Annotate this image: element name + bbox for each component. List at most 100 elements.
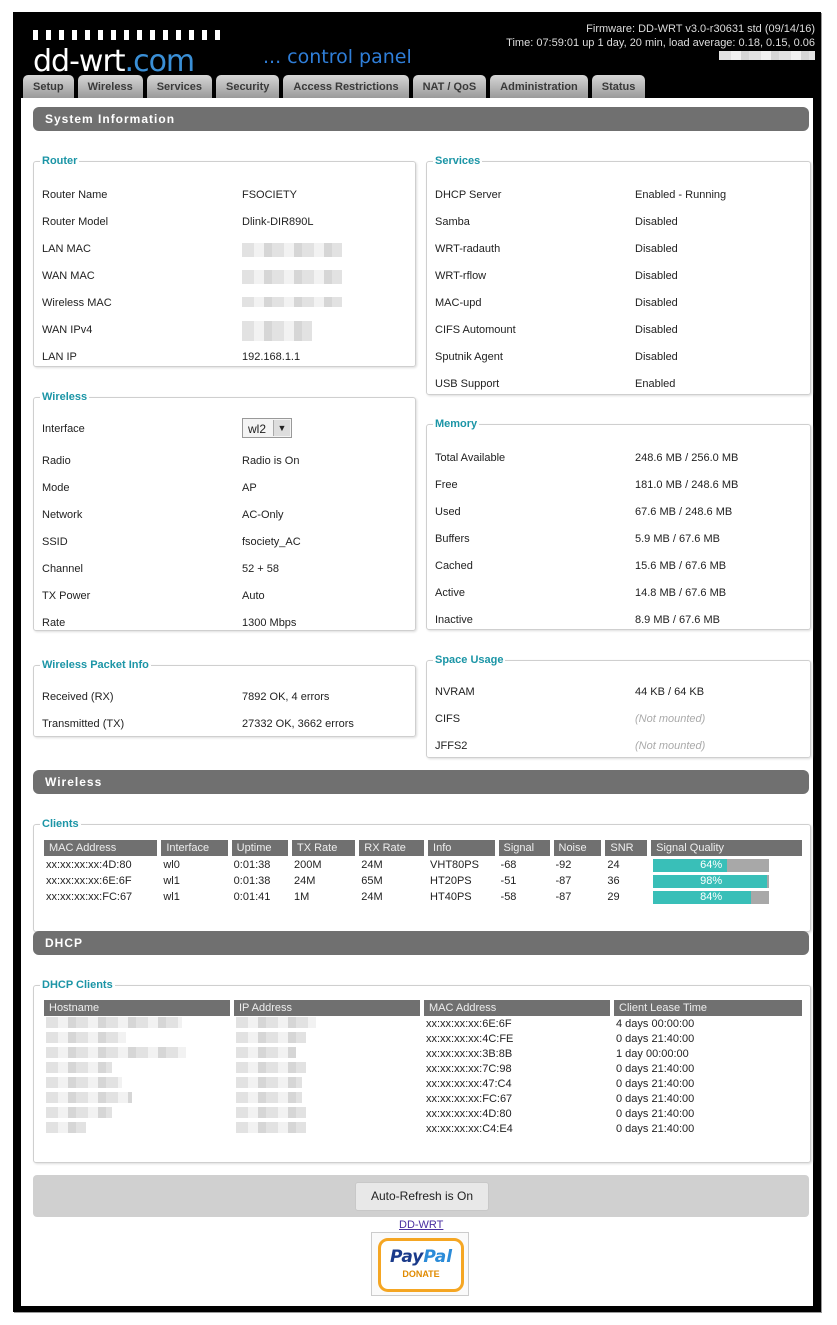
space-usage-panel: Space Usage NVRAM 44 KB / 64 KB CIFS (Not … bbox=[426, 654, 811, 758]
router-row: Router Name FSOCIETY bbox=[42, 189, 298, 201]
col-uptime[interactable]: Uptime bbox=[231, 840, 288, 856]
tab-services[interactable]: Services bbox=[146, 75, 212, 98]
redacted-hostname bbox=[44, 1062, 230, 1076]
router-row: LAN IP 192.168.1.1 bbox=[42, 351, 301, 363]
space-row: JFFS2 (Not mounted) bbox=[435, 740, 706, 752]
wireless-row: Channel 52 + 58 bbox=[42, 563, 280, 575]
services-panel: Services DHCP Server Enabled - Running Sa… bbox=[426, 155, 811, 395]
col-rx-rate[interactable]: RX Rate bbox=[359, 840, 425, 856]
router-panel: Router Router Name FSOCIETY Router Model D… bbox=[33, 155, 416, 367]
col-lease-time[interactable]: Client Lease Time bbox=[614, 1000, 802, 1016]
memory-row: Used 67.6 MB / 248.6 MB bbox=[435, 506, 733, 518]
section-system-information: System Information bbox=[33, 107, 809, 131]
memory-row: Inactive 8.9 MB / 67.6 MB bbox=[435, 614, 720, 626]
ddwrt-link[interactable]: DD-WRT bbox=[399, 1219, 443, 1231]
redacted-ip bbox=[234, 1047, 420, 1061]
service-row: DHCP Server Enabled - Running bbox=[435, 189, 727, 201]
memory-panel: Memory Total Available 248.6 MB / 256.0 M… bbox=[426, 418, 811, 630]
redacted-ip bbox=[234, 1122, 420, 1136]
tab-access-restrictions[interactable]: Access Restrictions bbox=[283, 75, 409, 98]
clients-legend: Clients bbox=[42, 818, 79, 830]
table-row: xx:xx:xx:xx:C4:E4 0 days 21:40:00 bbox=[44, 1122, 802, 1136]
header: dd-wrt.com ... control panel Firmware: D… bbox=[13, 12, 821, 98]
col-info[interactable]: Info bbox=[428, 840, 495, 856]
auto-refresh-bar: Auto-Refresh is On bbox=[33, 1175, 809, 1217]
redacted-hostname bbox=[44, 1017, 230, 1031]
table-row: xx:xx:xx:xx:4C:FE 0 days 21:40:00 bbox=[44, 1032, 802, 1046]
tab-wireless[interactable]: Wireless bbox=[77, 75, 143, 98]
firmware-info: Firmware: DD-WRT v3.0-r30631 std (09/14/… bbox=[506, 22, 815, 64]
col-mac-address[interactable]: MAC Address bbox=[424, 1000, 610, 1016]
packet-info-panel: Wireless Packet Info Received (RX) 7892 O… bbox=[33, 659, 416, 737]
content-area: System Information Router Router Name FSO… bbox=[21, 98, 813, 1306]
window-frame: dd-wrt.com ... control panel Firmware: D… bbox=[13, 12, 821, 1312]
paypal-donate-button[interactable]: PayPal DONATE bbox=[371, 1232, 469, 1296]
service-row: Samba Disabled bbox=[435, 216, 678, 228]
auto-refresh-button[interactable]: Auto-Refresh is On bbox=[355, 1182, 489, 1211]
table-row: xx:xx:xx:xx:4D:80 0 days 21:40:00 bbox=[44, 1107, 802, 1121]
paypal-badge: PayPal DONATE bbox=[378, 1238, 464, 1292]
wireless-row: TX Power Auto bbox=[42, 590, 265, 602]
donate-label: DONATE bbox=[402, 1269, 440, 1279]
interface-row: Interface wl2 ▼ bbox=[42, 418, 407, 438]
col-signal[interactable]: Signal bbox=[498, 840, 550, 856]
redacted-value bbox=[242, 243, 342, 260]
redacted-ip bbox=[234, 1077, 420, 1091]
interface-select[interactable]: wl2 ▼ bbox=[242, 418, 292, 438]
wireless-row: SSID fsociety_AC bbox=[42, 536, 301, 548]
redacted-ip bbox=[234, 1107, 420, 1121]
router-legend: Router bbox=[42, 155, 78, 167]
packet-row: Received (RX) 7892 OK, 4 errors bbox=[42, 691, 330, 703]
col-mac[interactable]: MAC Address bbox=[44, 840, 158, 856]
wireless-legend: Wireless bbox=[42, 391, 88, 403]
memory-row: Buffers 5.9 MB / 67.6 MB bbox=[435, 533, 720, 545]
table-row: xx:xx:xx:xx:4D:80 wl0 0:01:38 200M 24M VHT80P… bbox=[44, 858, 802, 872]
uptime-load: Time: 07:59:01 up 1 day, 20 min, load av… bbox=[506, 37, 815, 49]
services-legend: Services bbox=[435, 155, 481, 167]
redacted-hostname bbox=[44, 1032, 230, 1046]
table-row: xx:xx:xx:xx:6E:6F 4 days 00:00:00 bbox=[44, 1017, 802, 1031]
memory-row: Free 181.0 MB / 248.6 MB bbox=[435, 479, 739, 491]
router-row: Router Model Dlink-DIR890L bbox=[42, 216, 314, 228]
col-snr[interactable]: SNR bbox=[605, 840, 648, 856]
redacted-ip bbox=[234, 1017, 420, 1031]
memory-row: Cached 15.6 MB / 67.6 MB bbox=[435, 560, 727, 572]
memory-row: Total Available 248.6 MB / 256.0 MB bbox=[435, 452, 739, 464]
clients-table: MAC Address Interface Uptime TX Rate RX … bbox=[40, 838, 806, 906]
dhcp-clients-panel: DHCP Clients Hostname IP Address MAC Add… bbox=[33, 979, 811, 1163]
tab-administration[interactable]: Administration bbox=[490, 75, 588, 98]
router-row: LAN MAC bbox=[42, 243, 407, 257]
table-row: xx:xx:xx:xx:FC:67 wl1 0:01:41 1M 24M HT40PS -5… bbox=[44, 890, 802, 904]
tab-setup[interactable]: Setup bbox=[23, 75, 74, 98]
memory-legend: Memory bbox=[435, 418, 478, 430]
col-signal-quality[interactable]: Signal Quality bbox=[651, 840, 802, 856]
router-row: WAN IPv4 bbox=[42, 321, 407, 341]
col-hostname[interactable]: Hostname bbox=[44, 1000, 230, 1016]
table-row: xx:xx:xx:xx:7C:98 0 days 21:40:00 bbox=[44, 1062, 802, 1076]
tab-status[interactable]: Status bbox=[591, 75, 646, 98]
tab-nat-qos[interactable]: NAT / QoS bbox=[412, 75, 487, 98]
wireless-panel: Wireless Interface wl2 ▼ Radio Radio is On… bbox=[33, 391, 416, 631]
col-noise[interactable]: Noise bbox=[553, 840, 602, 856]
redacted-hostname bbox=[44, 1107, 230, 1121]
paypal-logo: PayPal bbox=[389, 1247, 453, 1267]
tab-security[interactable]: Security bbox=[215, 75, 280, 98]
table-row: xx:xx:xx:xx:FC:67 0 days 21:40:00 bbox=[44, 1092, 802, 1106]
col-tx-rate[interactable]: TX Rate bbox=[291, 840, 356, 856]
table-header-row: Hostname IP Address MAC Address Client L… bbox=[44, 1000, 802, 1016]
tagline: ... control panel bbox=[263, 46, 412, 68]
table-row: xx:xx:xx:xx:47:C4 0 days 21:40:00 bbox=[44, 1077, 802, 1091]
col-ip-address[interactable]: IP Address bbox=[234, 1000, 420, 1016]
clients-panel: Clients MAC Address Interface Uptime TX … bbox=[33, 818, 811, 932]
space-row: NVRAM 44 KB / 64 KB bbox=[435, 686, 705, 698]
signal-quality-bar: 64% bbox=[653, 858, 770, 872]
table-header-row: MAC Address Interface Uptime TX Rate RX … bbox=[44, 840, 802, 856]
redacted-value bbox=[242, 297, 342, 310]
service-row: Sputnik Agent Disabled bbox=[435, 351, 678, 363]
col-interface[interactable]: Interface bbox=[161, 840, 228, 856]
service-row: WRT-rflow Disabled bbox=[435, 270, 678, 282]
service-row: MAC-upd Disabled bbox=[435, 297, 678, 309]
section-dhcp: DHCP bbox=[33, 931, 809, 955]
router-row: Wireless MAC bbox=[42, 297, 407, 311]
wireless-row: Mode AP bbox=[42, 482, 257, 494]
